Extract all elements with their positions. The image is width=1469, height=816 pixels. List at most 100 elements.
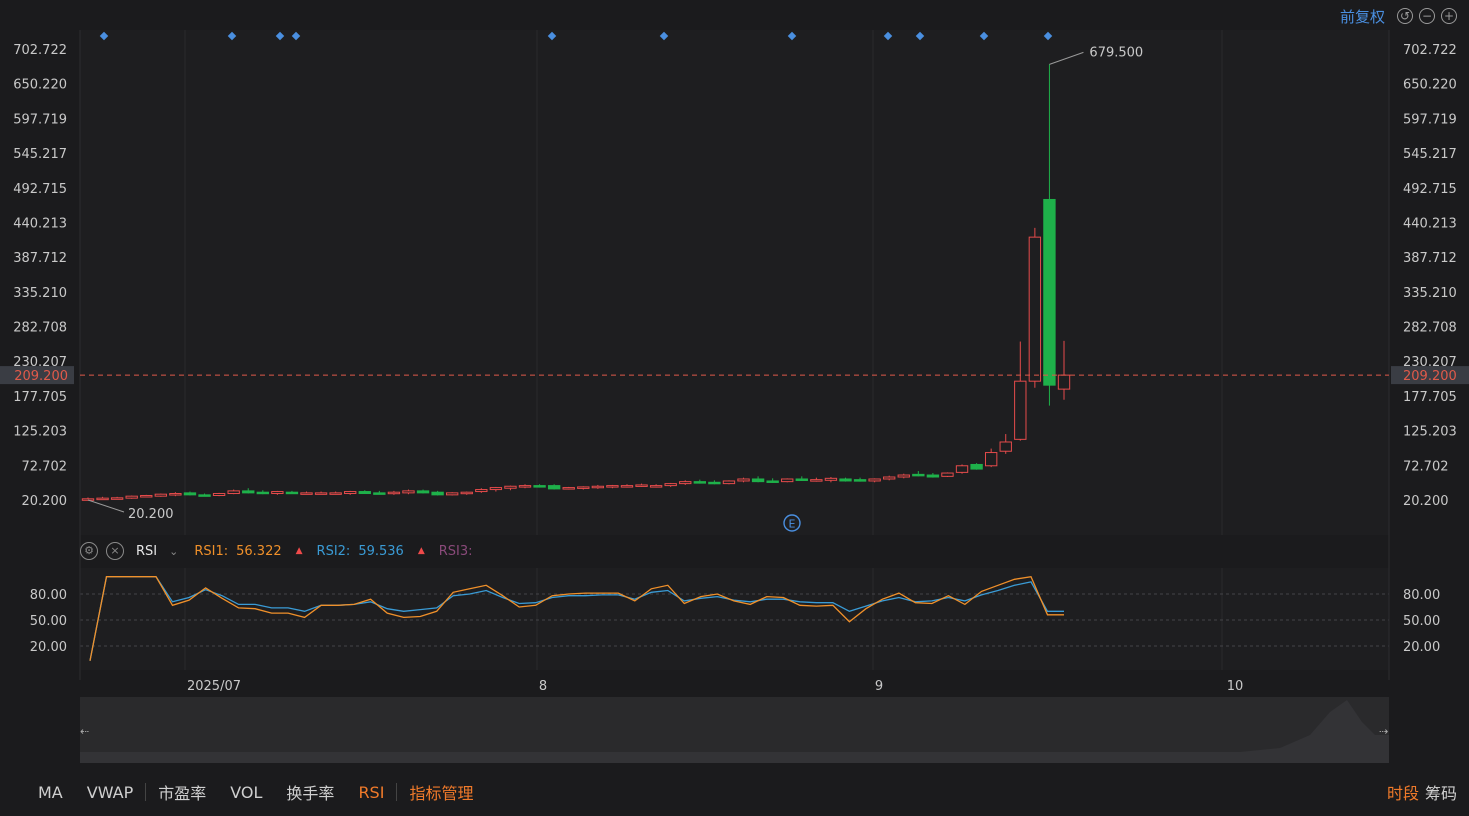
candle-body: [140, 495, 153, 498]
navigator-left-handle[interactable]: ⇠: [80, 725, 89, 738]
chevron-down-icon[interactable]: ⌄: [169, 545, 178, 558]
candle-body: [344, 491, 357, 495]
rsi2-label: RSI2:: [316, 543, 351, 559]
tab-chips[interactable]: 筹码: [1425, 780, 1457, 804]
candle-body: [839, 478, 852, 482]
price-axis-right: 702.722 650.220 597.719 545.217 492.715 440.2…: [1403, 43, 1457, 509]
current-price-left: 209.200: [14, 369, 68, 384]
indicator-tabs: MA VWAP 市盈率 VOL 换手率 RSI 指标管理: [26, 780, 485, 804]
candle-body: [271, 491, 284, 495]
candle-body: [154, 493, 168, 497]
navigator-right-handle[interactable]: ⇢: [1379, 725, 1388, 738]
bottom-right-tabs: 时段 筹码: [1387, 780, 1457, 804]
candle-body: [664, 483, 677, 487]
zoom-in-icon[interactable]: +: [1441, 8, 1457, 24]
rsi2-value: 59.536: [358, 543, 404, 559]
chart-canvas[interactable]: ⇠ ⇢ 702.722 650.220 597.719 545.217 492.715 4…: [0, 0, 1469, 816]
price-tick-label: 72.702: [22, 459, 68, 474]
candle-body: [577, 486, 590, 489]
rsi-tick-label: 20.00: [1403, 640, 1440, 655]
price-tick-label: 282.708: [13, 321, 67, 336]
tab-turnover[interactable]: 换手率: [274, 780, 346, 804]
date-tick-label: 9: [875, 679, 883, 694]
price-tick-label: 282.708: [1403, 321, 1457, 336]
rsi3-label: RSI3:: [438, 543, 473, 559]
candle-body: [722, 480, 736, 485]
tab-session[interactable]: 时段: [1387, 780, 1419, 804]
candle-body: [300, 492, 313, 495]
candle-body: [329, 492, 342, 495]
price-tick-label: 597.719: [1403, 112, 1457, 127]
candle-body: [402, 490, 415, 494]
event-e-label: E: [789, 518, 796, 531]
tab-rsi[interactable]: RSI: [346, 783, 396, 802]
tab-vwap[interactable]: VWAP: [75, 783, 145, 802]
price-tick-label: 72.702: [1403, 459, 1449, 474]
candle-body: [285, 491, 299, 495]
tab-pe[interactable]: 市盈率: [146, 780, 218, 804]
candle-body: [227, 490, 240, 495]
candle-body: [373, 492, 386, 495]
price-tick-label: 492.715: [13, 182, 67, 197]
candle-body: [781, 478, 794, 483]
price-tick-label: 650.220: [13, 78, 67, 93]
close-indicator-icon[interactable]: ×: [106, 542, 124, 560]
tab-ma[interactable]: MA: [26, 783, 75, 802]
undo-icon[interactable]: ↺: [1397, 8, 1413, 24]
date-axis: 2025/07 8 9 10: [187, 679, 1243, 694]
price-tick-label: 335.210: [1403, 286, 1457, 301]
indicator-name[interactable]: RSI: [136, 544, 157, 559]
rsi1-up-arrow-icon: ▲: [295, 546, 303, 556]
candle-body: [547, 485, 561, 490]
candle-body: [853, 479, 867, 482]
rsi1-value: 56.322: [236, 543, 282, 559]
rsi-panel-bg: [80, 568, 1389, 670]
rsi1-label: RSI1:: [194, 543, 229, 559]
candle-body: [1043, 198, 1056, 386]
zoom-out-icon[interactable]: −: [1419, 8, 1435, 24]
candle-body: [212, 493, 226, 497]
candle-body: [999, 441, 1012, 452]
candle-body: [693, 481, 707, 484]
price-tick-label: 440.213: [1403, 216, 1457, 231]
indicator-header: ⚙ × RSI ⌄ RSI1: 56.322 ▲ RSI2: 59.536 ▲ …: [80, 540, 473, 562]
settings-gear-icon[interactable]: ⚙: [80, 542, 98, 560]
candle-body: [416, 490, 430, 494]
candle-body: [445, 492, 459, 496]
price-tick-label: 387.712: [1403, 251, 1457, 266]
high-price-label: 679.500: [1089, 45, 1143, 60]
candle-body: [620, 485, 634, 488]
candle-body: [475, 489, 488, 493]
price-tick-label: 702.722: [13, 43, 67, 58]
candle-body: [635, 484, 648, 487]
price-panel-bg: [80, 30, 1389, 535]
price-tick-label: 125.203: [1403, 425, 1457, 440]
current-price-right: 209.200: [1403, 369, 1457, 384]
candle-body: [460, 491, 473, 495]
candle-body: [562, 487, 575, 490]
adjust-mode-button[interactable]: 前复权: [1340, 6, 1385, 27]
candle-body: [533, 485, 546, 488]
candle-body: [314, 492, 328, 495]
price-tick-label: 177.705: [1403, 390, 1457, 405]
candle-body: [256, 491, 269, 495]
tab-vol[interactable]: VOL: [218, 783, 274, 802]
rsi-tick-label: 80.00: [30, 588, 67, 603]
candle-body: [125, 495, 138, 499]
candle-body: [606, 485, 619, 488]
price-tick-label: 702.722: [1403, 43, 1457, 58]
price-tick-label: 387.712: [13, 251, 67, 266]
candle-body: [795, 478, 808, 481]
candle-body: [737, 478, 750, 482]
candle-body: [183, 492, 197, 496]
rsi-tick-label: 50.00: [30, 614, 67, 629]
tab-indicator-manage[interactable]: 指标管理: [397, 780, 485, 804]
price-tick-label: 597.719: [13, 112, 67, 127]
date-tick-label: 2025/07: [187, 679, 241, 694]
candle-body: [766, 480, 779, 483]
price-tick-label: 20.200: [22, 494, 68, 509]
candle-body: [708, 481, 721, 485]
price-tick-label: 545.217: [13, 147, 67, 162]
candle-body: [824, 477, 838, 481]
price-tick-label: 650.220: [1403, 78, 1457, 93]
